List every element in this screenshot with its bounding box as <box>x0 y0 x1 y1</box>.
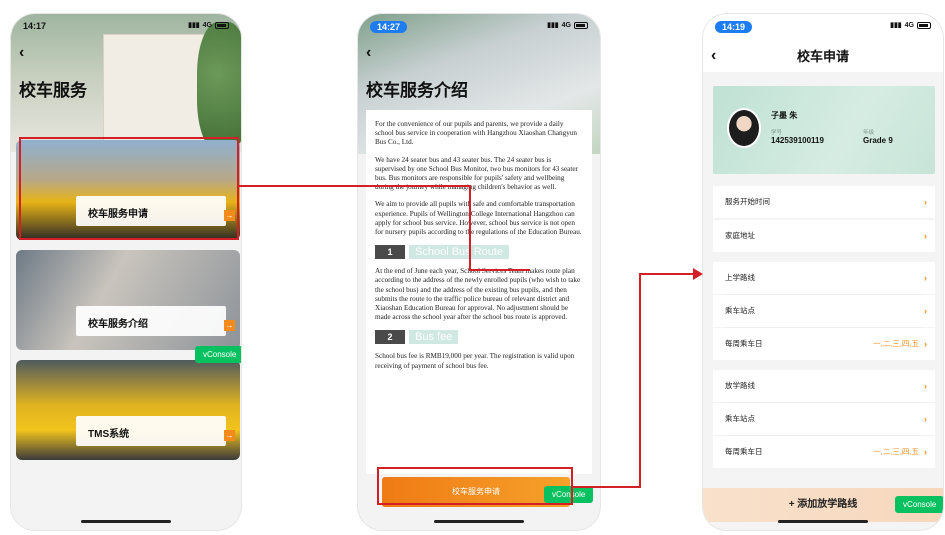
section-heading-route: 1 School Bus Route <box>375 245 583 260</box>
row-afternoon-weekdays[interactable]: 每周乘车日 一,二,三,四,五 › <box>713 436 935 468</box>
intro-paragraph: For the convenience of our pupils and pa… <box>375 120 578 147</box>
chevron-right-icon: › <box>924 197 927 207</box>
row-label: 每周乘车日 <box>725 339 763 348</box>
card-label: TMS系统 <box>76 416 226 446</box>
page-title: 校车服务介绍 <box>366 81 468 100</box>
status-time: 14:17 <box>23 21 47 31</box>
phone-bus-application-form: 14:19 ▮▮▮ 4G ‹ 校车申请 子墨 朱 学号 142539100119… <box>703 14 943 530</box>
status-time: 14:27 <box>370 21 408 33</box>
status-icons: ▮▮▮ 4G <box>547 21 588 29</box>
row-label: 服务开始时间 <box>725 197 770 206</box>
student-name: 子墨 朱 <box>771 111 798 120</box>
arrowhead-icon <box>693 268 703 280</box>
network-label: 4G <box>904 21 914 29</box>
battery-icon <box>215 21 229 29</box>
row-label: 放学路线 <box>725 381 755 390</box>
row-label: 乘车站点 <box>725 306 755 315</box>
intro-document: For the convenience of our pupils and pa… <box>366 110 592 474</box>
row-afternoon-stop[interactable]: 乘车站点 › <box>713 403 935 435</box>
network-label: 4G <box>561 21 571 29</box>
highlight-box-application-card <box>19 137 239 240</box>
status-bar: 14:19 ▮▮▮ 4G <box>703 20 943 36</box>
student-id-label: 学号 <box>771 130 783 136</box>
grade-value: Grade 9 <box>863 136 893 145</box>
card-tms-system[interactable]: TMS系统 → <box>16 360 240 460</box>
signal-icon: ▮▮▮ <box>890 22 902 29</box>
status-bar: 14:27 ▮▮▮ 4G <box>358 20 600 36</box>
section-heading-fee: 2 Bus fee <box>375 330 583 345</box>
status-icons: ▮▮▮ 4G <box>890 21 931 29</box>
signal-icon: ▮▮▮ <box>188 22 200 29</box>
row-morning-route[interactable]: 上学路线 › <box>713 262 935 294</box>
chevron-right-icon: › <box>924 306 927 316</box>
row-service-start-date[interactable]: 服务开始时间 › <box>713 186 935 218</box>
route-paragraph: At the end of June each year, School Ser… <box>375 267 581 322</box>
chevron-right-icon: › <box>924 339 927 349</box>
flow-stage: 14:17 ▮▮▮ 4G ‹ 校车服务 校车服务申请 → 校车服务介绍 → TM… <box>0 0 945 535</box>
vconsole-button[interactable]: vConsole <box>195 346 241 363</box>
signal-icon: ▮▮▮ <box>547 22 559 29</box>
arrow-right-icon: → <box>224 430 235 441</box>
row-label: 每周乘车日 <box>725 447 763 456</box>
battery-icon <box>574 21 588 29</box>
section-number: 2 <box>375 330 405 345</box>
vconsole-button[interactable]: vConsole <box>895 496 943 513</box>
avatar <box>727 108 761 148</box>
status-bar: 14:17 ▮▮▮ 4G <box>11 20 241 36</box>
network-label: 4G <box>202 21 212 29</box>
row-label: 乘车站点 <box>725 414 755 423</box>
student-id: 142539100119 <box>771 136 824 145</box>
card-bus-introduction[interactable]: 校车服务介绍 → <box>16 250 240 350</box>
phone-bus-service-home: 14:17 ▮▮▮ 4G ‹ 校车服务 校车服务申请 → 校车服务介绍 → TM… <box>11 14 241 530</box>
home-indicator <box>81 520 171 523</box>
fee-paragraph: School bus fee is RMB19,000 per year. Th… <box>375 352 575 370</box>
chevron-right-icon: › <box>924 447 927 457</box>
section-name: Bus fee <box>409 330 459 345</box>
weekdays-value: 一,二,三,四,五 <box>873 447 919 456</box>
row-label: 上学路线 <box>725 273 755 282</box>
page-title: 校车申请 <box>796 49 849 64</box>
highlight-box-apply-button <box>377 467 573 505</box>
battery-icon <box>917 21 931 29</box>
arrow-right-icon: → <box>224 320 235 331</box>
row-morning-stop[interactable]: 乘车站点 › <box>713 295 935 327</box>
status-time: 14:19 <box>715 21 753 33</box>
chevron-right-icon: › <box>924 414 927 424</box>
row-morning-weekdays[interactable]: 每周乘车日 一,二,三,四,五 › <box>713 328 935 360</box>
back-icon[interactable]: ‹ <box>366 45 371 61</box>
row-label: 家庭地址 <box>725 231 755 240</box>
status-icons: ▮▮▮ 4G <box>188 21 229 29</box>
card-label: 校车服务介绍 <box>76 306 226 336</box>
chevron-right-icon: › <box>924 381 927 391</box>
weekdays-value: 一,二,三,四,五 <box>873 339 919 348</box>
home-indicator <box>434 520 524 523</box>
back-icon[interactable]: ‹ <box>19 45 24 61</box>
section-number: 1 <box>375 245 405 260</box>
chevron-right-icon: › <box>924 231 927 241</box>
intro-paragraph: We have 24 seater bus and 43 seater bus.… <box>375 155 578 192</box>
section-name: School Bus Route <box>409 245 510 260</box>
grade-label: 年级 <box>863 130 875 136</box>
student-profile-card: 子墨 朱 学号 142539100119 年级 Grade 9 <box>713 86 935 174</box>
phone-bus-service-intro: 14:27 ▮▮▮ 4G ‹ 校车服务介绍 For the convenienc… <box>358 14 600 530</box>
chevron-right-icon: › <box>924 273 927 283</box>
tree-image <box>197 22 241 152</box>
intro-paragraph: We aim to provide all pupils with safe a… <box>375 200 582 237</box>
home-indicator <box>778 520 868 523</box>
row-home-address[interactable]: 家庭地址 › <box>713 220 935 252</box>
row-afternoon-route[interactable]: 放学路线 › <box>713 370 935 402</box>
page-title: 校车服务 <box>19 81 87 100</box>
